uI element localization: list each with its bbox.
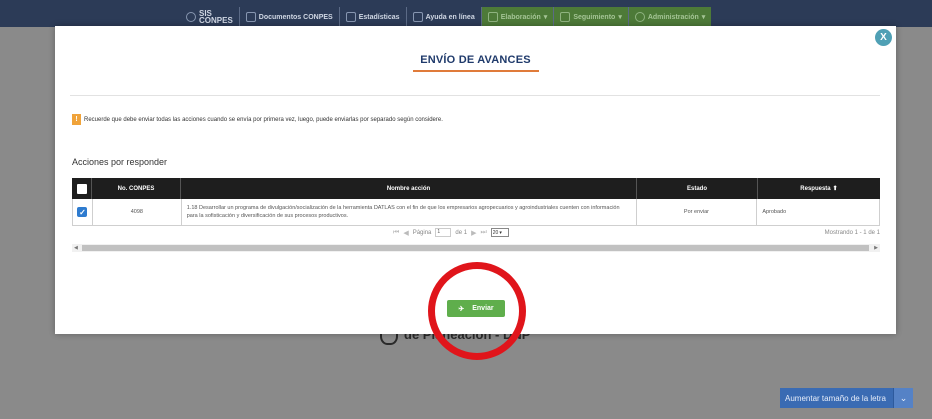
- prev-page-icon[interactable]: ◀: [403, 229, 408, 237]
- nav-item-documentos[interactable]: Documentos CONPES: [238, 7, 339, 27]
- sis-conpes-logo[interactable]: SIS CONPES: [180, 7, 239, 27]
- modal-title: ENVÍO DE AVANCES: [420, 54, 531, 66]
- chevron-down-icon: ▾: [618, 14, 622, 21]
- cell-name: 1.18 Desarrollar un programa de divulgac…: [182, 199, 637, 225]
- section-title: Acciones por responder: [72, 157, 168, 167]
- table-header: No. CONPES Nombre acción Estado Respuest…: [72, 178, 880, 199]
- document-icon: [245, 12, 256, 22]
- pager: ⏮ ◀ Página 1 de 1 ▶ ⏭ 20 ▾ Mostrando 1 -…: [72, 228, 880, 240]
- nav-label-documentos: Documentos CONPES: [258, 13, 333, 21]
- highlight-circle: [428, 262, 526, 360]
- close-button[interactable]: X: [875, 29, 892, 46]
- column-header-estado[interactable]: Estado: [637, 178, 758, 199]
- chevron-down-icon: ▾: [543, 14, 548, 21]
- row-checkbox-cell: ✓: [73, 199, 93, 225]
- edit-icon: [487, 12, 498, 22]
- help-icon: [412, 12, 423, 22]
- nav-item-seguimiento[interactable]: Seguimiento ▾: [553, 7, 628, 27]
- pager-summary: Mostrando 1 - 1 de 1: [824, 230, 880, 236]
- column-header-conpes[interactable]: No. CONPES: [92, 178, 181, 199]
- page-of-label: de 1: [455, 229, 468, 236]
- nav-label-estadisticas: Estadísticas: [358, 13, 400, 21]
- horizontal-scrollbar[interactable]: ◀ ▶: [72, 244, 880, 252]
- page-size-select[interactable]: 20 ▾: [490, 228, 509, 237]
- page-input[interactable]: 1: [435, 228, 452, 237]
- divider: [70, 95, 880, 96]
- notice-text: Recuerde que debe enviar todas las accio…: [84, 116, 443, 123]
- notice-message: ! Recuerde que debe enviar todas las acc…: [72, 114, 443, 125]
- cell-estado: Por enviar: [637, 199, 758, 225]
- column-header-name[interactable]: Nombre acción: [181, 178, 637, 199]
- last-page-icon[interactable]: ⏭: [480, 229, 486, 237]
- chart-icon: [345, 12, 356, 22]
- nav-item-estadisticas[interactable]: Estadísticas: [338, 7, 406, 27]
- nav-label-administracion: Administración: [647, 13, 699, 21]
- sort-asc-icon: ⬆: [832, 186, 838, 192]
- title-underline: [413, 70, 539, 72]
- page-label: Página: [412, 229, 432, 236]
- nav-item-elaboracion[interactable]: Elaboración ▾: [480, 7, 554, 27]
- column-header-respuesta-label: Respuesta: [800, 185, 831, 192]
- nav-item-administracion[interactable]: Administración ▾: [627, 7, 712, 27]
- select-all-checkbox[interactable]: [76, 183, 87, 194]
- scroll-left-icon[interactable]: ◀: [74, 244, 78, 252]
- nav-item-ayuda[interactable]: Ayuda en línea: [405, 7, 481, 27]
- scroll-right-icon[interactable]: ▶: [874, 244, 878, 252]
- increase-font-button[interactable]: Aumentar tamaño de la letra ⌄: [780, 388, 913, 408]
- logo-icon: [186, 12, 196, 22]
- tracking-icon: [560, 12, 571, 22]
- first-page-icon[interactable]: ⏮: [393, 229, 399, 237]
- increase-font-label: Aumentar tamaño de la letra: [785, 393, 886, 403]
- warning-icon: !: [72, 114, 81, 125]
- page-size-value: 20: [492, 229, 499, 236]
- top-navbar: SIS CONPES Documentos CONPES Estadística…: [0, 0, 932, 27]
- logo-line-2: CONPES: [199, 16, 233, 25]
- table-row[interactable]: ✓ 4098 1.18 Desarrollar un programa de d…: [72, 199, 880, 226]
- acciones-table: No. CONPES Nombre acción Estado Respuest…: [72, 178, 880, 252]
- admin-icon: [634, 12, 645, 22]
- row-checkbox[interactable]: ✓: [77, 207, 88, 217]
- cell-respuesta: Aprobado: [762, 209, 787, 215]
- next-page-icon[interactable]: ▶: [471, 229, 476, 237]
- cell-conpes: 4098: [93, 199, 182, 225]
- chevron-down-icon: ▾: [701, 14, 706, 21]
- header-checkbox-cell: [72, 178, 92, 199]
- column-header-respuesta[interactable]: Respuesta ⬆: [758, 178, 880, 199]
- nav-label-elaboracion: Elaboración: [500, 13, 541, 21]
- chevron-down-icon: ▾: [499, 229, 502, 236]
- pager-controls: ⏮ ◀ Página 1 de 1 ▶ ⏭ 20 ▾: [393, 228, 509, 237]
- chevron-down-icon[interactable]: ⌄: [893, 388, 913, 408]
- scrollbar-thumb[interactable]: [82, 245, 869, 251]
- nav-label-ayuda: Ayuda en línea: [425, 13, 475, 21]
- nav-menu: SIS CONPES Documentos CONPES Estadística…: [180, 7, 712, 27]
- nav-label-seguimiento: Seguimiento: [573, 13, 616, 21]
